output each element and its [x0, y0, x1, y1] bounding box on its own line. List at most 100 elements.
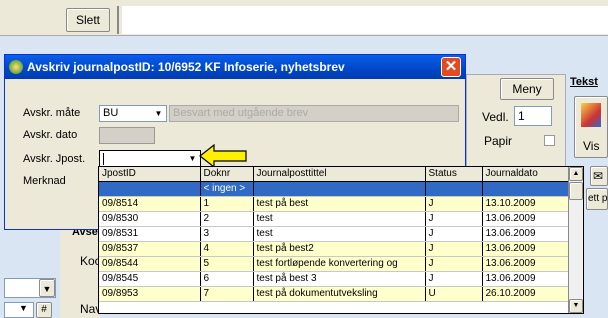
cell-doknr: 2 — [200, 211, 254, 228]
cell-title: test på best2 — [253, 241, 426, 258]
cell-doknr: 4 — [200, 241, 254, 258]
cell-status: J — [425, 241, 483, 258]
cell-date: 13.06.2009 — [482, 226, 569, 243]
delete-button[interactable]: Slett — [66, 8, 110, 32]
cell-empty — [99, 181, 201, 198]
dialog-title-bar: Avskriv journalpostID: 10/6952 KF Infose… — [5, 55, 465, 79]
avskr-dato-field[interactable] — [99, 127, 155, 144]
col-header-jpostid[interactable]: JpostID — [99, 167, 201, 183]
table-row[interactable]: 09/8530 2 test J 13.06.2009 — [99, 211, 569, 228]
cell-doknr: 5 — [200, 256, 254, 273]
dialog-title: Avskriv journalpostID: 10/6952 KF Infose… — [27, 60, 345, 74]
col-header-status[interactable]: Status — [425, 167, 483, 183]
avskr-jpost-label: Avskr. Jpost. — [23, 153, 86, 165]
cell-empty — [425, 181, 483, 198]
vedl-field[interactable]: 1 — [514, 106, 552, 126]
cell-date: 13.06.2009 — [482, 241, 569, 258]
cell-title: test — [253, 226, 426, 243]
vedl-value: 1 — [518, 109, 525, 123]
cell-title: test på dokumentutveksling — [253, 286, 426, 303]
scroll-down-button[interactable]: ▼ — [569, 299, 583, 313]
chevron-down-icon: ▼ — [39, 279, 55, 297]
chevron-down-icon: ▼ — [154, 109, 163, 118]
left-dropdown[interactable]: ▼ — [4, 278, 56, 298]
chevron-down-icon: ▼ — [19, 303, 28, 313]
cell-id: 09/8514 — [99, 196, 201, 213]
left-dropdown-2[interactable]: ▼ — [4, 302, 34, 318]
papir-checkbox[interactable] — [544, 135, 555, 146]
cell-id: 09/8530 — [99, 211, 201, 228]
table-row[interactable]: 09/8545 6 test på best 3 J 13.06.2009 — [99, 271, 569, 288]
top-field — [122, 6, 608, 34]
scroll-thumb[interactable] — [569, 182, 583, 200]
chevron-down-icon: ▼ — [572, 302, 580, 309]
table-row[interactable]: 09/8544 5 test fortløpende konvertering og… — [99, 256, 569, 273]
table-header-row: JpostID Doknr Journalposttittel Status J… — [99, 167, 569, 183]
avskr-mate-value: BU — [103, 107, 119, 119]
cell-date: 13.10.2009 — [482, 196, 569, 213]
document-icon — [581, 103, 601, 127]
cell-empty — [482, 181, 569, 198]
papir-label: Papir — [484, 134, 513, 148]
cell-date: 26.10.2009 — [482, 286, 569, 303]
col-header-doknr[interactable]: Doknr — [200, 167, 254, 183]
mail-icon: ✉ — [593, 169, 604, 183]
chevron-up-icon: ▲ — [572, 170, 580, 177]
table-row-ingen[interactable]: < ingen > — [99, 181, 569, 198]
avskr-mate-select[interactable]: BU ▼ — [99, 105, 167, 122]
menu-button[interactable]: Meny — [500, 78, 554, 100]
journalpost-dropdown-list: JpostID Doknr Journalposttittel Status J… — [98, 166, 584, 314]
text-cursor — [103, 153, 104, 165]
cell-id: 09/8953 — [99, 286, 201, 303]
journalpost-table: JpostID Doknr Journalposttittel Status J… — [99, 167, 569, 303]
cell-title: test — [253, 211, 426, 228]
cell-title: test på best — [253, 196, 426, 213]
table-row[interactable]: 09/8537 4 test på best2 J 13.06.2009 — [99, 241, 569, 258]
avskr-mate-desc-text: Besvart med utgående brev — [173, 107, 309, 119]
merknad-label: Merknad — [23, 175, 66, 187]
cell-status: J — [425, 271, 483, 288]
cell-date: 13.06.2009 — [482, 256, 569, 273]
view-label: Vis — [583, 139, 600, 153]
ingen-cell: < ingen > — [200, 181, 254, 198]
vertical-scrollbar[interactable]: ▲ ▼ — [568, 167, 583, 313]
cell-doknr: 1 — [200, 196, 254, 213]
cell-id: 09/8537 — [99, 241, 201, 258]
ett-button[interactable]: ett p — [586, 188, 608, 210]
cell-empty — [253, 181, 426, 198]
cell-doknr: 7 — [200, 286, 254, 303]
vedl-label: Vedl. — [482, 110, 509, 124]
cell-status: U — [425, 286, 483, 303]
cell-title: test fortløpende konvertering og — [253, 256, 426, 273]
arrow-pointer-icon — [199, 144, 247, 168]
cell-title: test på best 3 — [253, 271, 426, 288]
scroll-up-button[interactable]: ▲ — [569, 167, 583, 181]
cell-doknr: 3 — [200, 226, 254, 243]
tekst-label: Tekst — [570, 76, 598, 88]
table-row[interactable]: 09/8953 7 test på dokumentutveksling U 26.10… — [99, 286, 569, 303]
cell-id: 09/8545 — [99, 271, 201, 288]
close-button[interactable]: ✕ — [441, 57, 461, 77]
cell-doknr: 6 — [200, 271, 254, 288]
avskr-mate-label: Avskr. måte — [23, 107, 81, 119]
col-header-date[interactable]: Journaldato — [482, 167, 569, 183]
mail-button[interactable]: ✉ — [590, 166, 608, 186]
cell-status: J — [425, 226, 483, 243]
cell-id: 09/8544 — [99, 256, 201, 273]
cell-id: 09/8531 — [99, 226, 201, 243]
col-header-title[interactable]: Journalposttittel — [253, 167, 426, 183]
close-icon: ✕ — [444, 58, 458, 75]
cell-date: 13.06.2009 — [482, 271, 569, 288]
avskr-dato-label: Avskr. dato — [23, 129, 78, 141]
toolbar-separator — [117, 6, 119, 34]
avskr-mate-description: Besvart med utgående brev — [169, 105, 459, 122]
cell-status: J — [425, 211, 483, 228]
hash-button[interactable]: # — [36, 302, 52, 318]
ett-label: ett p — [588, 193, 608, 204]
cell-status: J — [425, 256, 483, 273]
app-icon — [9, 60, 23, 74]
view-button[interactable]: Vis — [574, 96, 608, 158]
table-row[interactable]: 09/8531 3 test J 13.06.2009 — [99, 226, 569, 243]
table-row[interactable]: 09/8514 1 test på best J 13.10.2009 — [99, 196, 569, 213]
cell-date: 13.06.2009 — [482, 211, 569, 228]
